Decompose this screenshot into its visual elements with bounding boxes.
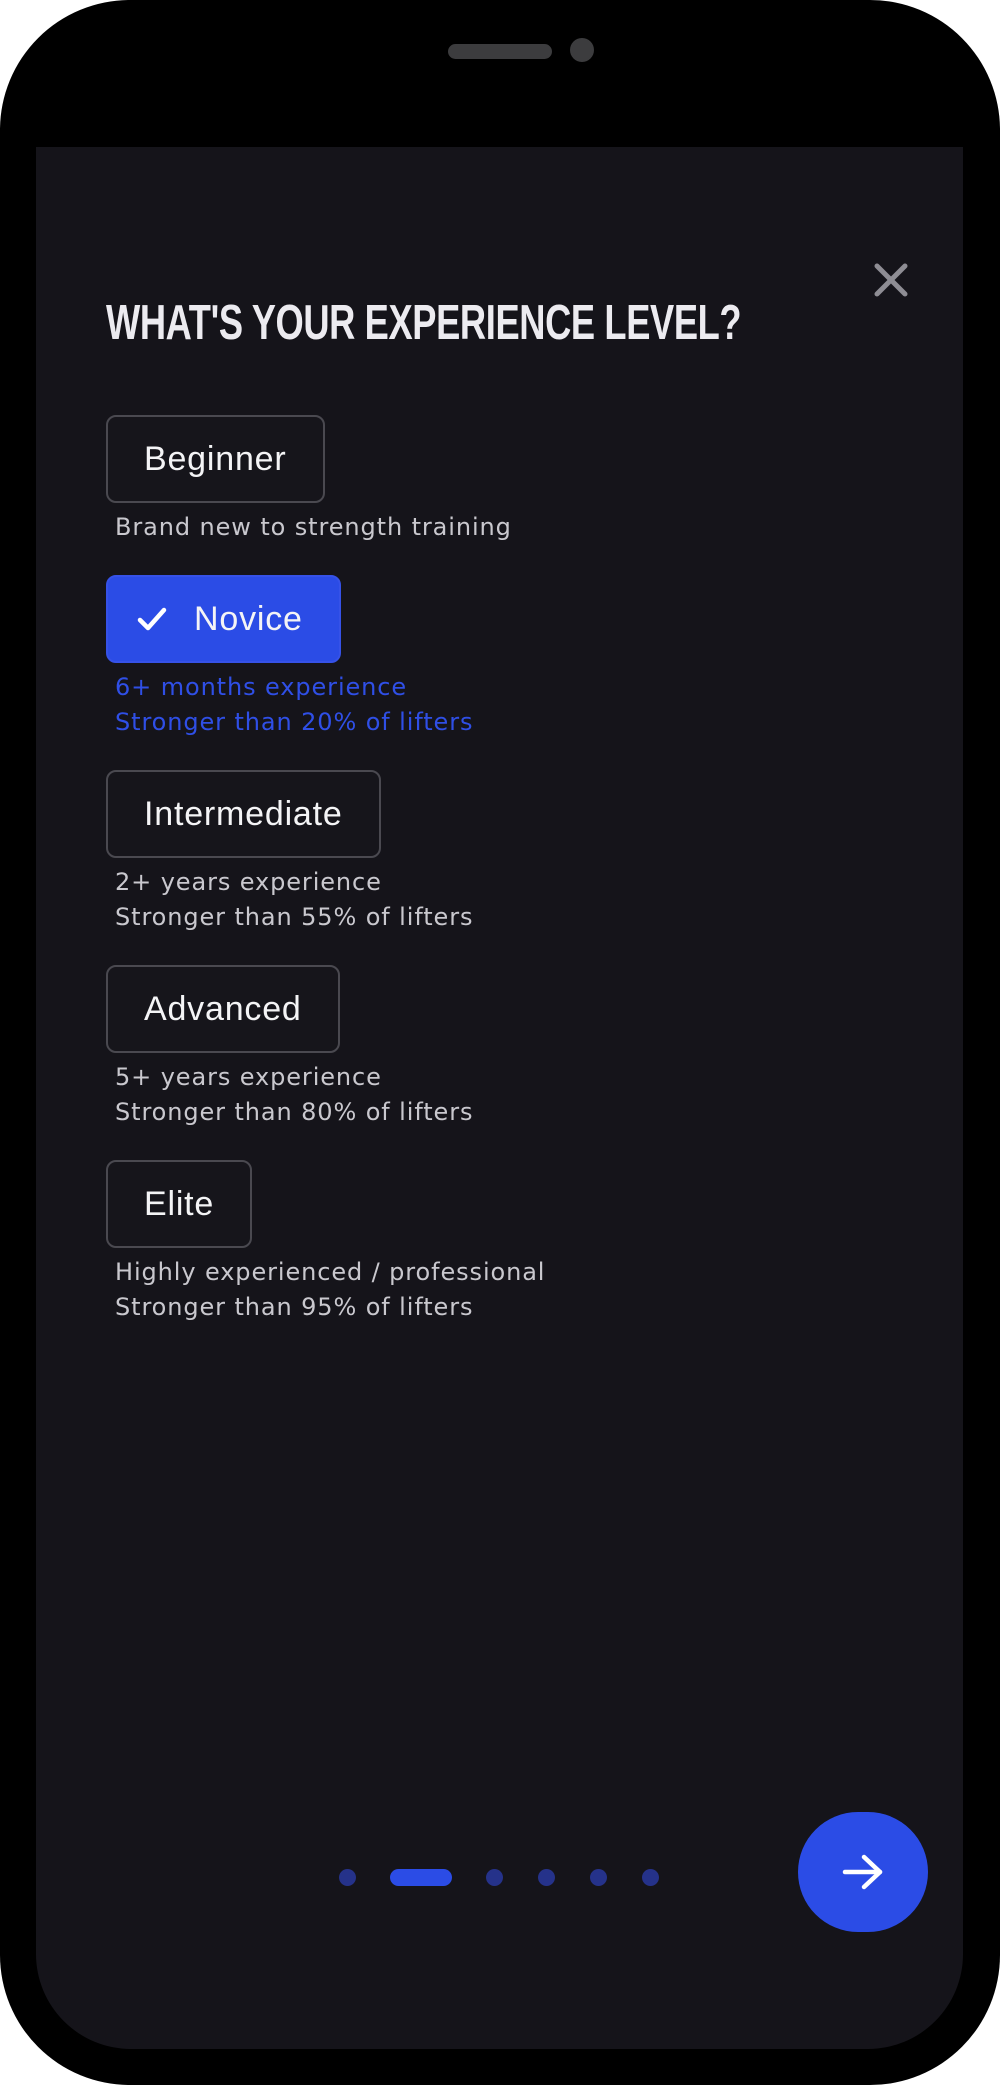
- advanced-description-experience: 5+ years experience: [115, 1063, 382, 1091]
- elite-label: Elite: [144, 1184, 215, 1223]
- option-intermediate: Intermediate 2+ years experience Stronge…: [106, 770, 473, 935]
- advanced-button[interactable]: Advanced: [106, 965, 340, 1053]
- novice-label: Novice: [194, 599, 303, 638]
- option-novice: Novice 6+ months experience Stronger tha…: [106, 575, 473, 740]
- close-icon: [874, 263, 908, 297]
- elite-description-experience: Highly experienced / professional: [115, 1258, 546, 1286]
- option-elite: Elite Highly experienced / professional …: [106, 1160, 545, 1325]
- pagination-dot-2-active[interactable]: [390, 1869, 452, 1886]
- elite-button[interactable]: Elite: [106, 1160, 253, 1248]
- page-title: WHAT'S YOUR EXPERIENCE LEVEL?: [106, 296, 742, 350]
- speaker-grille: [448, 44, 552, 59]
- next-button[interactable]: [798, 1812, 928, 1932]
- advanced-description-strength: Stronger than 80% of lifters: [115, 1098, 474, 1126]
- intermediate-label: Intermediate: [144, 794, 343, 833]
- advanced-label: Advanced: [144, 989, 302, 1028]
- option-advanced: Advanced 5+ years experience Stronger th…: [106, 965, 473, 1130]
- pagination-dot-3[interactable]: [486, 1869, 503, 1886]
- pagination-dot-6[interactable]: [642, 1869, 659, 1886]
- intermediate-description-strength: Stronger than 55% of lifters: [115, 903, 474, 931]
- close-button[interactable]: [868, 257, 914, 303]
- beginner-label: Beginner: [144, 439, 287, 478]
- option-beginner: Beginner Brand new to strength training: [106, 415, 512, 545]
- experience-level-screen: WHAT'S YOUR EXPERIENCE LEVEL? Beginner B…: [36, 147, 963, 2049]
- front-camera: [570, 38, 594, 62]
- novice-button[interactable]: Novice: [106, 575, 341, 663]
- pagination-dot-5[interactable]: [590, 1869, 607, 1886]
- elite-description-strength: Stronger than 95% of lifters: [115, 1293, 474, 1321]
- novice-description-experience: 6+ months experience: [115, 673, 408, 701]
- intermediate-button[interactable]: Intermediate: [106, 770, 381, 858]
- beginner-description: Brand new to strength training: [115, 513, 512, 541]
- check-icon: [137, 607, 167, 631]
- phone-frame: WHAT'S YOUR EXPERIENCE LEVEL? Beginner B…: [0, 0, 1000, 2085]
- arrow-right-icon: [842, 1854, 883, 1890]
- beginner-button[interactable]: Beginner: [106, 415, 325, 503]
- pagination-dot-1[interactable]: [339, 1869, 356, 1886]
- intermediate-description-experience: 2+ years experience: [115, 868, 382, 896]
- pagination-dot-4[interactable]: [538, 1869, 555, 1886]
- novice-description-strength: Stronger than 20% of lifters: [115, 708, 474, 736]
